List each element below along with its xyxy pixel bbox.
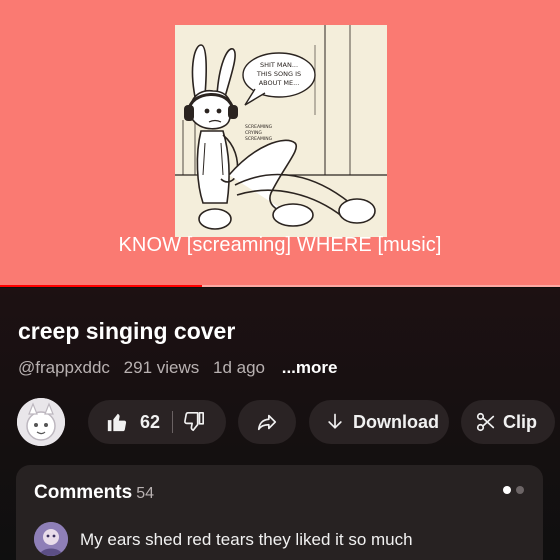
thumbs-down-icon[interactable] [183, 411, 205, 433]
avatar-icon [17, 398, 65, 446]
progress-bar[interactable] [0, 285, 560, 287]
video-player[interactable]: SHIT MAN... THIS SONG IS ABOUT ME... SCR… [0, 0, 560, 287]
like-dislike-group: 62 [88, 400, 226, 444]
upload-age: 1d ago [213, 358, 265, 377]
thumbs-up-icon[interactable] [106, 411, 128, 433]
download-label: Download [353, 411, 439, 432]
pager-dot [516, 486, 524, 494]
speech-bubble-line-3: ABOUT ME... [259, 79, 300, 87]
scissors-icon [475, 411, 497, 433]
clip-label: Clip [503, 411, 537, 432]
view-count: 291 views [123, 358, 200, 377]
side-note-line-2: CRYING [245, 130, 262, 136]
share-button[interactable] [238, 400, 296, 444]
comments-count: 54 [136, 485, 154, 502]
video-artwork: SHIT MAN... THIS SONG IS ABOUT ME... SCR… [175, 25, 387, 237]
artwork-illustration: SHIT MAN... THIS SONG IS ABOUT ME... SCR… [175, 25, 387, 237]
comments-title: Comments [34, 482, 133, 503]
channel-avatar[interactable] [17, 398, 65, 446]
comments-heading: Comments 54 [34, 482, 154, 504]
share-arrow-icon [256, 411, 278, 433]
top-comment-text: My ears shed red tears they liked it so … [80, 530, 413, 549]
pager-dot-active [503, 486, 511, 494]
video-title[interactable]: creep singing cover [18, 318, 235, 345]
comments-pager-dots [503, 486, 524, 494]
download-arrow-icon [325, 412, 345, 432]
more-link[interactable]: ...more [282, 358, 338, 377]
like-divider [172, 411, 174, 433]
side-note-line-3: SCREAMING [245, 136, 273, 142]
speech-bubble-line-1: SHIT MAN... [260, 61, 298, 69]
comments-card[interactable]: Comments 54 My ears shed red tears they l… [16, 465, 543, 560]
video-info-panel: creep singing cover @frappxddc 291 views… [0, 288, 560, 560]
progress-bar-fill [0, 285, 202, 287]
commenter-avatar-icon [34, 522, 68, 556]
commenter-avatar [34, 522, 68, 556]
download-button[interactable]: Download [309, 400, 449, 444]
speech-bubble-line-2: THIS SONG IS [256, 70, 301, 78]
like-count[interactable]: 62 [140, 412, 160, 433]
clip-button[interactable]: Clip [461, 400, 555, 444]
video-meta[interactable]: @frappxddc 291 views 1d ago ...more [18, 358, 346, 378]
side-note-line-1: SCREAMING [245, 124, 273, 130]
channel-handle[interactable]: @frappxddc [18, 358, 110, 377]
video-caption: KNOW [screaming] WHERE [music] [118, 234, 442, 256]
